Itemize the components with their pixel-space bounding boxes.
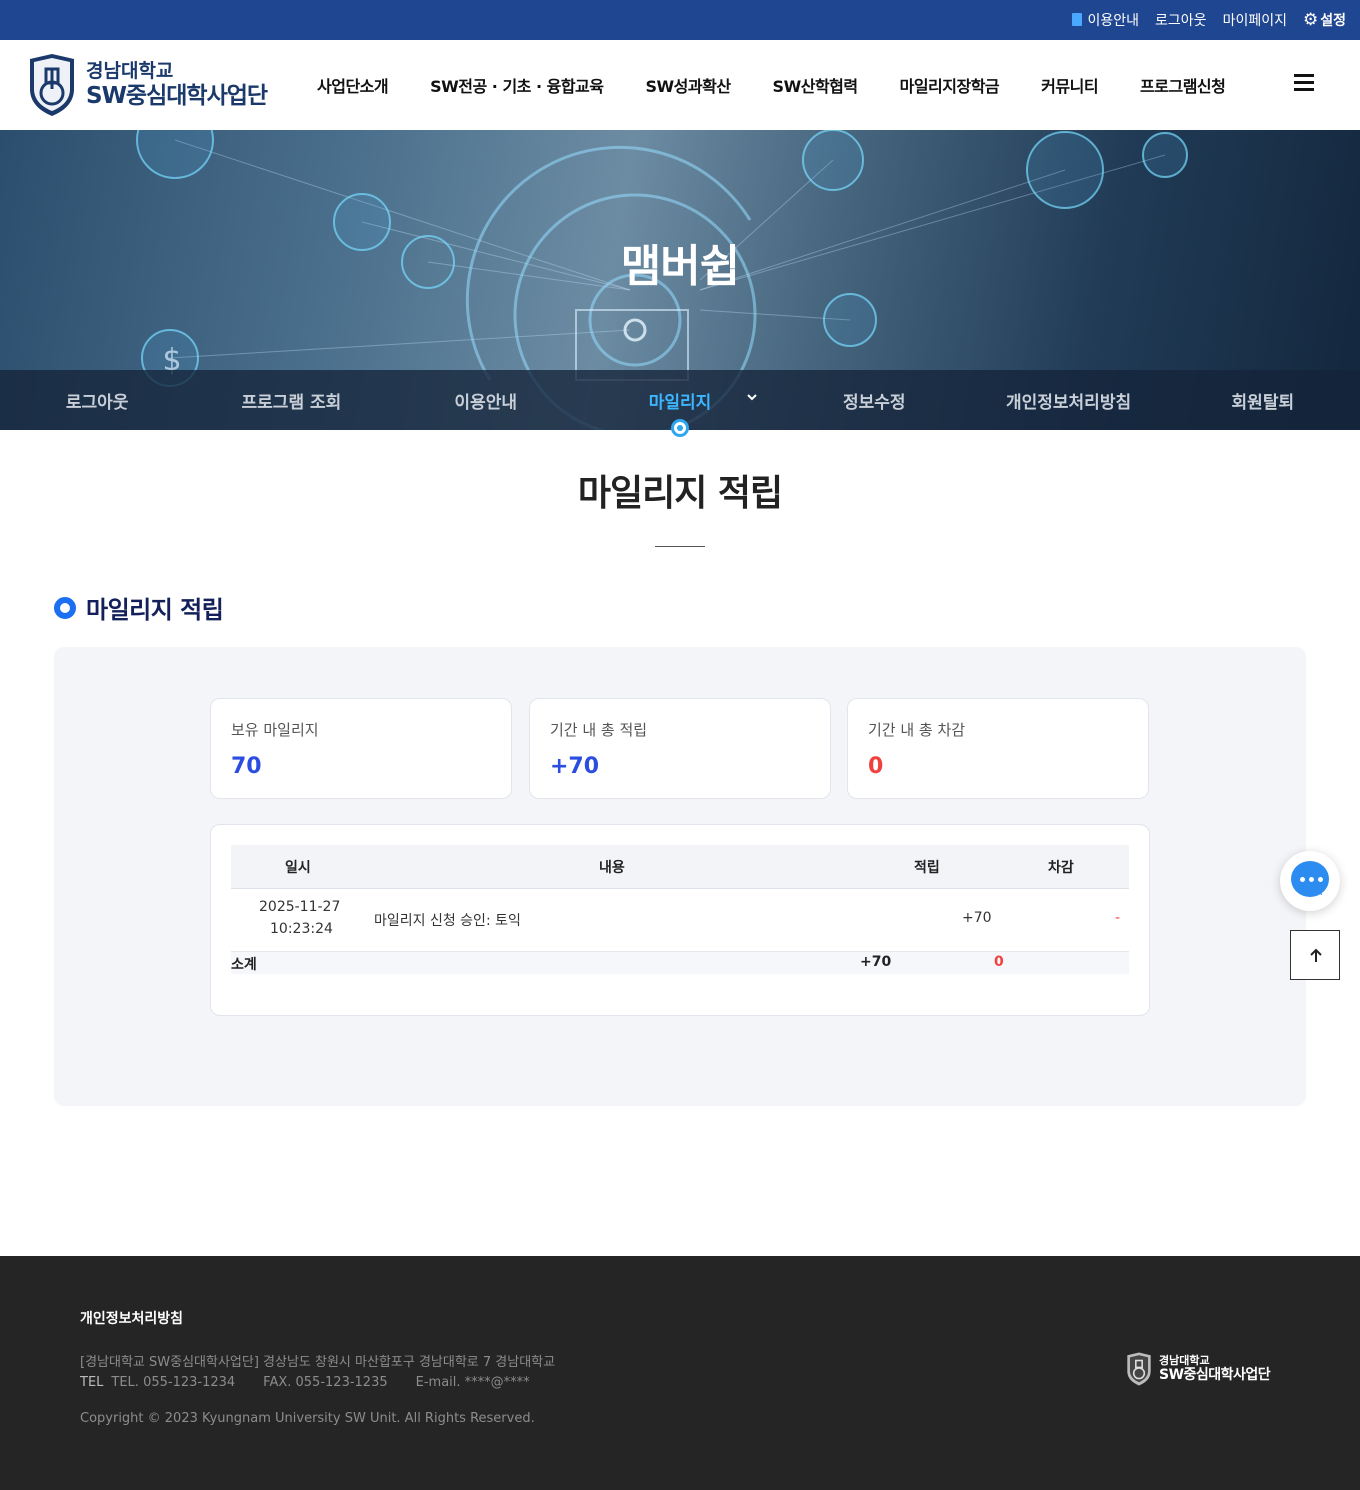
summary-label: 기간 내 총 차감 [868,721,966,739]
nav-item-mileage-scholarship[interactable]: 마일리지장학금 [879,73,1021,97]
section-title: 마일리지 적립 [54,590,224,625]
subnav-item-program-search[interactable]: 프로그램 조회 [194,370,388,430]
utility-links: 이용안내 로그아웃 마이페이지 ⚙ 설정 [1071,0,1346,40]
summary-label: 기간 내 총 적립 [550,721,648,739]
table-row: 2025-11-27 10:23:24 마일리지 신청 승인: 토익 +70 - [231,889,1129,952]
subnav-item-logout[interactable]: 로그아웃 [0,370,194,430]
summary-card-total-deducted: 기간 내 총 차감 0 [847,698,1149,799]
hamburger-menu-icon[interactable] [1294,74,1314,92]
summary-value: 0 [868,754,884,779]
nav-item-community[interactable]: 커뮤니티 [1020,73,1119,97]
mileage-panel: 보유 마일리지 70 기간 내 총 적립 +70 기간 내 총 차감 0 일시 … [54,647,1306,1106]
footer-logo-line1: 경남대학교 [1159,1354,1210,1367]
footer-emblem-icon [1127,1352,1151,1386]
page-banner: $ 맴버쉽 로그아웃 프로그램 조회 이용안내 마일리지 정보수정 개인정보처리… [0,130,1360,430]
footer-privacy-policy-link[interactable]: 개인정보처리방침 [80,1308,183,1328]
nav-item-about[interactable]: 사업단소개 [296,73,409,97]
site-header: 경남대학교 SW중심대학사업단 사업단소개 SW전공 · 기초 · 융합교육 S… [0,40,1360,130]
row-deduct: - [1115,910,1121,926]
chevron-down-icon [747,394,757,401]
subtotal-label: 소계 [231,957,257,973]
footer-contact: TEL TEL. 055-123-1234 FAX. 055-123-1235 E… [80,1375,530,1390]
footer-tel: TEL. 055-123-1234 [111,1375,236,1390]
table-subtotal-row: 소계 +70 0 [231,952,1129,974]
footer-fax: FAX. 055-123-1235 [263,1375,388,1390]
scroll-to-top-button[interactable] [1290,930,1340,980]
subnav-item-privacy-policy[interactable]: 개인정보처리방침 [971,370,1165,430]
subtotal-deduct: 0 [994,954,1004,970]
site-logo[interactable]: 경남대학교 SW중심대학사업단 [26,53,268,117]
summary-card-total-earned: 기간 내 총 적립 +70 [529,698,831,799]
nav-item-education[interactable]: SW전공 · 기초 · 융합교육 [409,73,624,97]
logo-text: 경남대학교 SW중심대학사업단 [86,60,268,110]
nav-item-program-apply[interactable]: 프로그램신청 [1119,73,1246,97]
subnav-item-guide[interactable]: 이용안내 [389,370,583,430]
footer-address: [경남대학교 SW중심대학사업단] 경상남도 창원시 마산합포구 경남대학로 7… [80,1355,556,1370]
row-time: 10:23:24 [270,921,333,937]
settings-button[interactable]: ⚙ 설정 [1303,10,1346,30]
university-emblem-icon [30,54,74,116]
footer-logo: 경남대학교 SW중심대학사업단 [1125,1352,1271,1386]
utility-link-logout[interactable]: 로그아웃 [1155,10,1207,30]
row-content: 마일리지 신청 승인: 토익 [374,913,521,929]
footer-email: E-mail. ****@**** [415,1375,530,1390]
footer-tel-label: TEL [80,1375,104,1390]
summary-value: +70 [550,754,600,779]
mileage-history-table: 일시 내용 적립 차감 2025-11-27 10:23:24 마일리지 신청 … [210,824,1150,1016]
subnav-item-withdraw[interactable]: 회원탈퇴 [1166,370,1360,430]
footer-copyright: Copyright © 2023 Kyungnam University SW … [80,1411,535,1426]
summary-card-balance: 보유 마일리지 70 [210,698,512,799]
utility-link-guide[interactable]: 이용안내 [1071,10,1139,30]
nav-item-outcomes[interactable]: SW성과확산 [624,73,751,97]
gear-icon: ⚙ [1302,10,1319,30]
column-header-content: 내용 [599,860,625,876]
summary-label: 보유 마일리지 [231,721,319,739]
chat-button[interactable] [1280,851,1340,911]
section-bullet-icon [54,596,76,619]
active-tab-indicator [671,419,689,437]
arrow-up-icon [1310,948,1322,962]
table-header: 일시 내용 적립 차감 [231,845,1129,889]
title-divider [655,546,705,547]
nav-item-industry[interactable]: SW산학협력 [752,73,879,97]
column-header-date: 일시 [285,860,311,876]
book-icon [1071,13,1082,26]
utility-link-mypage[interactable]: 마이페이지 [1223,10,1287,30]
subtotal-earn: +70 [860,954,892,970]
summary-value: 70 [231,754,262,779]
top-utility-bar: 이용안내 로그아웃 마이페이지 ⚙ 설정 [0,0,1360,40]
footer-logo-line2: SW중심대학사업단 [1159,1367,1271,1383]
banner-title: 맴버쉽 [620,241,740,292]
logo-university-name: 경남대학교 [86,60,174,82]
site-footer: 개인정보처리방침 [경남대학교 SW중심대학사업단] 경상남도 창원시 마산합포… [0,1256,1360,1490]
main-navigation: 사업단소개 SW전공 · 기초 · 융합교육 SW성과확산 SW산학협력 마일리… [296,40,1246,130]
row-date: 2025-11-27 [259,899,341,915]
column-header-deduct: 차감 [1048,860,1074,876]
logo-unit-name: SW중심대학사업단 [86,83,268,109]
page-title: 마일리지 적립 [577,473,783,514]
subnav-item-edit-info[interactable]: 정보수정 [777,370,971,430]
row-earn: +70 [962,910,992,926]
column-header-earn: 적립 [914,860,940,876]
